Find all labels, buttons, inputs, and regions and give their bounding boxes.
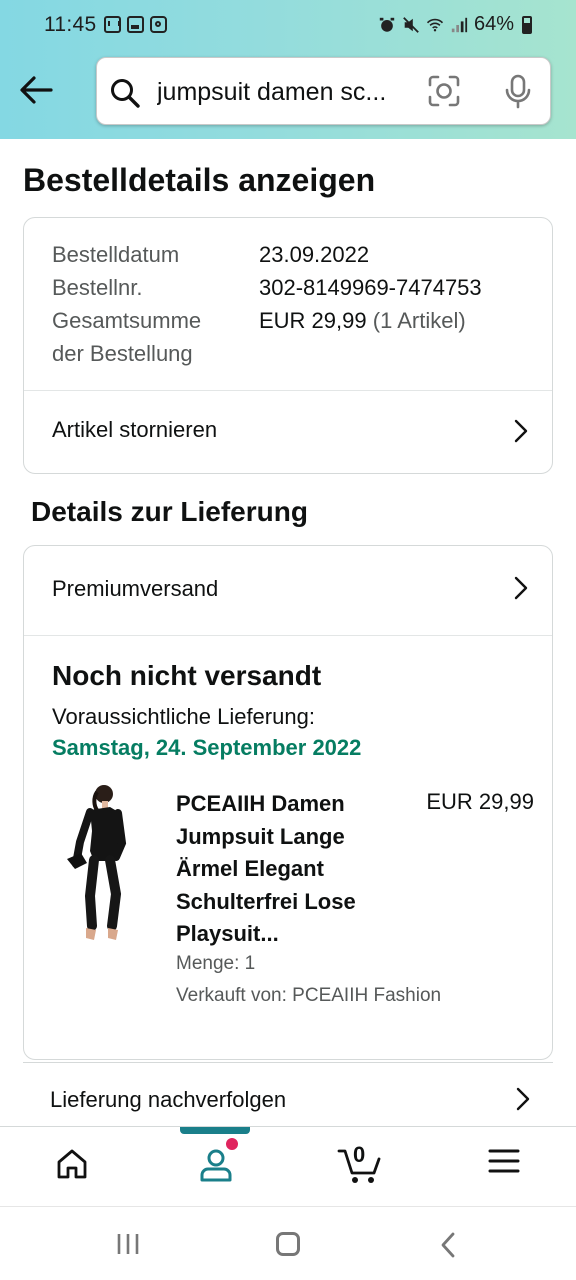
product-image[interactable] (64, 782, 144, 947)
menu-icon[interactable] (488, 1147, 520, 1175)
track-delivery-row[interactable]: Lieferung nachverfolgen (23, 1062, 553, 1126)
product-quantity: Menge: 1 (176, 953, 256, 974)
app-icon (150, 16, 167, 33)
order-total-amount: EUR 29,99 (259, 308, 367, 333)
status-time: 11:45 (44, 13, 97, 36)
search-input[interactable]: jumpsuit damen sc... (157, 78, 407, 107)
notification-badge (226, 1138, 238, 1150)
shipping-method-row[interactable]: Premiumversand (24, 546, 552, 635)
cancel-items-label: Artikel stornieren (52, 417, 218, 442)
microphone-icon[interactable] (501, 74, 535, 110)
cancel-items-row[interactable]: Artikel stornieren (24, 391, 552, 474)
status-bar: 11:45 64% (0, 0, 576, 52)
order-total-label: Gesamtsumme (52, 308, 202, 333)
order-number-label: Bestellnr. (52, 275, 143, 300)
mail-icon (104, 16, 121, 33)
system-navigation-bar (0, 1206, 576, 1280)
back-button-icon[interactable] (440, 1232, 456, 1258)
order-date-value: 23.09.2022 (259, 242, 370, 267)
order-total-label-line2: der Bestellung (52, 341, 193, 366)
expected-delivery-label: Voraussichtliche Lieferung: (52, 704, 315, 729)
order-summary-card: Bestelldatum 23.09.2022 Bestellnr. 302-8… (23, 217, 553, 474)
product-title[interactable]: PCEAIIH Damen Jumpsuit Lange Ärmel Elega… (176, 788, 406, 951)
product-seller: Verkauft von: PCEAIIH Fashion (176, 985, 442, 1006)
product-price: EUR 29,99 (426, 789, 534, 814)
bottom-nav (0, 1126, 576, 1206)
search-icon[interactable] (109, 77, 141, 109)
shipping-method-label: Premiumversand (52, 576, 219, 601)
home-button-icon[interactable] (276, 1232, 300, 1256)
search-bar[interactable]: jumpsuit damen sc... (96, 57, 551, 125)
nav-account[interactable] (144, 1127, 288, 1205)
home-icon[interactable] (55, 1147, 89, 1181)
track-delivery-label: Lieferung nachverfolgen (50, 1087, 287, 1112)
order-date-label: Bestelldatum (52, 242, 180, 267)
chevron-right-icon (514, 419, 528, 443)
nav-menu[interactable] (432, 1127, 576, 1205)
account-icon[interactable] (198, 1147, 234, 1183)
delivery-card: Premiumversand Noch nicht versandt Vorau… (23, 545, 553, 1060)
battery-icon (522, 15, 532, 34)
battery-percent: 64% (473, 13, 514, 35)
camera-scan-icon[interactable] (427, 74, 461, 108)
image-icon (127, 16, 144, 33)
expected-delivery-date: Samstag, 24. September 2022 (52, 735, 362, 760)
nav-home[interactable] (0, 1127, 144, 1205)
shipment-status: Noch nicht versandt (52, 660, 322, 691)
back-arrow-icon[interactable] (18, 74, 54, 106)
divider (24, 635, 552, 636)
wifi-icon (426, 18, 444, 31)
order-total-value: EUR 29,99 (1 Artikel) (259, 308, 466, 334)
delivery-section-title: Details zur Lieferung (31, 496, 308, 527)
system-icons: 64% (378, 13, 532, 36)
page-title: Bestelldetails anzeigen (23, 162, 376, 198)
signal-icon (451, 17, 468, 32)
order-number-value: 302-8149969-7474753 (259, 275, 482, 300)
notification-icons (104, 16, 167, 33)
alarm-icon (379, 17, 395, 32)
cart-count: 0 (353, 1142, 366, 1167)
mute-icon (403, 16, 419, 33)
chevron-right-icon (516, 1087, 530, 1111)
chevron-right-icon (514, 576, 528, 600)
recents-icon[interactable] (116, 1233, 140, 1255)
order-item-count: (1 Artikel) (372, 308, 466, 333)
